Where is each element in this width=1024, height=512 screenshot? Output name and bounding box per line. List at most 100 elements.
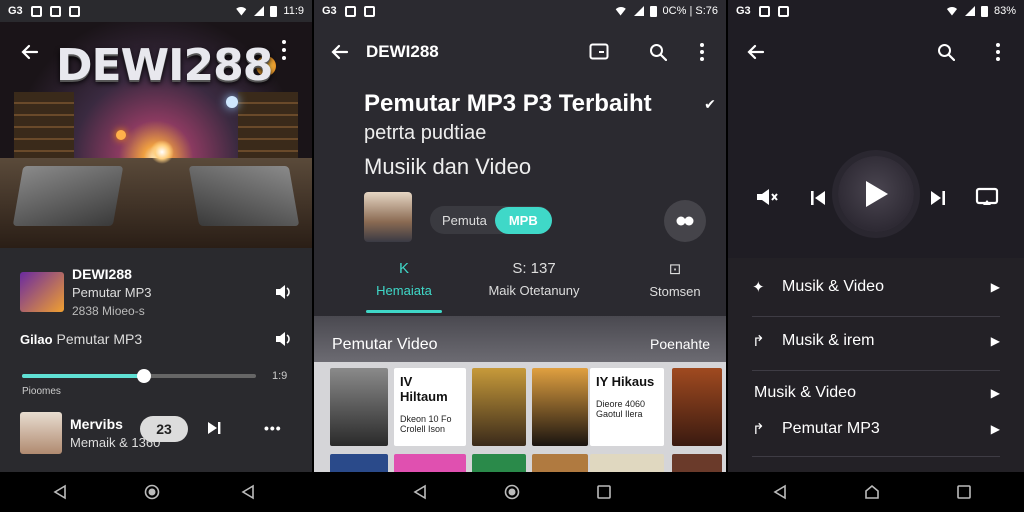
track-item[interactable]: Gilao Pemutar MP3 (20, 330, 292, 348)
app-title: DEWI288 (366, 42, 439, 61)
notification-icon (344, 5, 356, 17)
card-subtitle: Dieore 4060 Gaotul Ilera (596, 399, 646, 419)
pause-button[interactable] (664, 200, 706, 242)
more-vertical-icon[interactable] (694, 40, 710, 64)
menu-list: ✦ Musik & Video ▶ ↱ Musik & irem ▶ Musik… (728, 258, 1024, 472)
video-card[interactable] (590, 454, 664, 472)
home-nav-icon[interactable] (504, 484, 520, 500)
signal-icon (964, 6, 975, 16)
battery-icon (649, 5, 657, 17)
menu-item[interactable]: Musik & Video ▶ (754, 384, 1000, 402)
video-card[interactable]: IY Hikaus Dieore 4060 Gaotul Ilera (590, 368, 664, 446)
track-item[interactable]: DEWI288 Pemutar MP3 2838 Mioeo-s (20, 266, 292, 318)
more-vertical-icon[interactable] (990, 40, 1006, 64)
search-icon[interactable] (646, 40, 670, 64)
recents-nav-icon[interactable] (596, 484, 612, 500)
notification-icon (49, 5, 61, 17)
recents-nav-icon[interactable] (956, 484, 972, 500)
video-card[interactable]: IV Hiltaum Dkeon 10 Fo Crolell Ison (394, 368, 466, 446)
menu-item-icon: ↱ (752, 421, 765, 438)
back-nav-icon[interactable] (772, 484, 788, 500)
flag-icon[interactable]: ▶ (991, 334, 1000, 348)
mode-option[interactable]: Pemuta (430, 213, 495, 228)
menu-item[interactable]: ↱ Musik & irem ▶ (752, 332, 1000, 350)
time-elapsed: Pioomes (22, 386, 61, 397)
back-nav-icon[interactable] (240, 484, 256, 500)
video-card[interactable] (472, 368, 526, 446)
search-icon[interactable] (934, 40, 958, 64)
tab-label: Hemaiata (376, 283, 432, 298)
video-card[interactable] (532, 368, 588, 446)
section-more-link[interactable]: Poenahte (650, 336, 710, 352)
video-section: Pemutar Video Poenahte IV Hiltaum Dkeon … (314, 316, 726, 472)
menu-item-label: Musik & irem (782, 332, 875, 349)
video-card[interactable] (330, 454, 388, 472)
status-bar: G3 0C% | S:76 (314, 0, 726, 22)
flag-icon[interactable]: ▶ (991, 422, 1000, 436)
clock: 11:9 (283, 5, 304, 17)
status-bar: G3 83% (728, 0, 1024, 22)
back-arrow-icon[interactable] (18, 40, 42, 64)
count-badge[interactable]: 23 (140, 416, 188, 442)
video-card[interactable] (672, 368, 722, 446)
panel-now-playing: G3 11:9 DEWI288 DEWI288 Pemutar MP3 2838… (0, 0, 312, 472)
progress-knob[interactable] (136, 369, 151, 383)
menu-item-label: Musik & Video (782, 278, 884, 295)
skip-previous-icon[interactable] (808, 188, 828, 208)
home-nav-icon[interactable] (864, 484, 880, 500)
track-title: DEWI288 (72, 266, 132, 282)
more-vertical-icon[interactable] (274, 36, 294, 64)
speaker-icon[interactable] (274, 283, 292, 301)
signal-icon (633, 6, 644, 16)
back-arrow-icon[interactable] (744, 40, 768, 64)
skip-next-icon[interactable] (928, 188, 948, 208)
system-nav-bar (0, 472, 1024, 512)
back-nav-icon[interactable] (412, 484, 428, 500)
hero-title: DEWI288 (56, 40, 273, 91)
menu-item[interactable]: ✦ Musik & Video ▶ (752, 278, 1000, 296)
flag-icon[interactable]: ▶ (991, 386, 1000, 400)
track-prefix: Gilao (20, 331, 53, 347)
play-button[interactable] (838, 156, 914, 232)
card-title: IV Hiltaum (400, 374, 448, 404)
carrier-label: G3 (736, 5, 751, 17)
mode-option-active[interactable]: MPB (494, 206, 552, 234)
home-nav-icon[interactable] (144, 484, 160, 500)
tab-music[interactable]: S: 137 Maik Otetanuny (474, 260, 594, 298)
headline: Pemutar MP3 P3 Terbaiht (364, 90, 652, 117)
volume-icon[interactable] (754, 186, 780, 208)
tab-label: Stomsen (649, 284, 701, 299)
wifi-icon (944, 6, 959, 16)
progress-bar[interactable] (22, 369, 256, 383)
more-horizontal-icon[interactable]: ••• (264, 420, 282, 436)
tab-home[interactable]: K Hemaiata (354, 260, 454, 298)
video-card[interactable] (672, 454, 722, 472)
flag-icon[interactable]: ▶ (991, 280, 1000, 294)
tagline: Musiik dan Video (364, 154, 532, 179)
video-card[interactable] (532, 454, 588, 472)
panel-player: G3 83% ✦ Musik & Video ▶ ↱ Musik & irem … (728, 0, 1024, 472)
video-card[interactable] (330, 368, 388, 446)
back-arrow-icon[interactable] (328, 40, 352, 64)
panel-app-home: G3 0C% | S:76 DEWI288 Pemutar MP3 P3 Ter… (314, 0, 726, 472)
mode-toggle[interactable]: Pemuta MPB (430, 206, 552, 234)
signal-icon (254, 6, 265, 16)
carrier-label: G3 (8, 5, 23, 17)
speaker-icon[interactable] (274, 330, 292, 348)
card-subtitle: Dkeon 10 Fo Crolell Ison (400, 414, 452, 434)
check-icon: ✔ (704, 95, 716, 112)
wifi-icon (613, 6, 628, 16)
menu-item[interactable]: ↱ Pemutar MP3 ▶ (752, 420, 1000, 438)
back-nav-icon[interactable] (52, 484, 68, 500)
tab-stream[interactable]: ⊡ Stomsen (630, 260, 720, 299)
clock: 83% (993, 5, 1016, 17)
track-subtitle: Pemutar MP3 (72, 285, 152, 300)
cast-icon[interactable] (586, 40, 612, 64)
subheadline: petrta pudtiae (364, 122, 487, 144)
skip-next-icon[interactable] (204, 418, 224, 438)
notification-icon (758, 5, 770, 17)
video-card[interactable] (394, 454, 466, 472)
notification-icon (777, 5, 789, 17)
video-card[interactable] (472, 454, 526, 472)
cast-icon[interactable] (974, 186, 1000, 208)
